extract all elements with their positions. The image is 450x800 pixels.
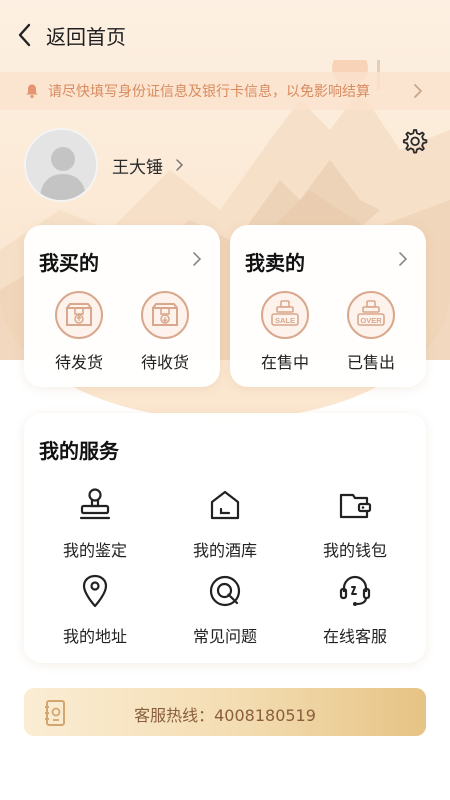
order-label: 在售中 [260,353,309,372]
sale-stamp-icon: SALE [261,291,309,339]
services-title: 我的服务 [39,439,119,463]
hotline-text: 客服热线：4008180519 [24,702,426,726]
chevron-right-icon[interactable] [398,251,408,267]
headset-icon [339,575,371,606]
service-label: 常见问题 [192,627,257,646]
service-label: 在线客服 [322,627,387,646]
service-faq[interactable]: 常见问题 [170,573,280,647]
back-button[interactable]: 返回首页 [14,20,126,50]
order-label: 待发货 [54,353,103,372]
username: 王大锤 [112,157,163,178]
chevron-right-icon [176,159,184,171]
wallet-icon [339,493,372,519]
sell-orders-card: 我卖的 SALE 在售中 OVER 已售出 [230,225,426,387]
chevron-right-icon[interactable] [192,251,202,267]
service-appraisal[interactable]: 我的鉴定 [40,487,150,561]
service-online-support[interactable]: 在线客服 [300,573,410,647]
box-download-icon [141,291,189,339]
location-pin-icon [82,574,108,608]
over-badge-text: OVER [360,316,382,325]
profile-entry[interactable]: 王大锤 [24,128,185,202]
service-wallet[interactable]: 我的钱包 [300,487,410,561]
services-card: 我的服务 我的鉴定 我的酒库 我的钱包 我的地址 常见问题 在线客服 [24,413,426,663]
service-address[interactable]: 我的地址 [40,573,150,647]
bell-icon [26,84,38,99]
gear-icon[interactable] [400,127,428,155]
service-label: 我的钱包 [322,541,387,560]
avatar [24,128,98,202]
box-upload-icon [55,291,103,339]
order-label: 已售出 [346,353,395,372]
service-label: 我的鉴定 [62,541,127,560]
default-avatar-icon [26,130,96,200]
order-pending-ship[interactable]: 待发货 [39,291,119,373]
question-icon [209,575,241,607]
chevron-left-icon [18,23,31,47]
order-on-sale[interactable]: SALE 在售中 [245,291,325,373]
over-stamp-icon: OVER [347,291,395,339]
order-label: 待收货 [140,353,189,372]
service-label: 我的地址 [62,627,127,646]
service-wine-cellar[interactable]: 我的酒库 [170,487,280,561]
hotline-label: 客服热线： [134,706,215,725]
sell-card-title: 我卖的 [245,251,305,275]
chevron-right-icon [414,84,422,98]
service-label: 我的酒库 [192,541,257,560]
house-icon [210,490,240,520]
stamp-icon [79,488,111,520]
notice-text: 请尽快填写身份证信息及银行卡信息，以免影响结算 [48,84,370,100]
order-sold[interactable]: OVER 已售出 [331,291,411,373]
sale-badge-text: SALE [275,316,295,325]
notice-banner[interactable]: 请尽快填写身份证信息及银行卡信息，以免影响结算 [0,72,450,110]
order-pending-receive[interactable]: 待收货 [125,291,205,373]
hotline-banner[interactable]: 客服热线：4008180519 [24,688,426,736]
buy-card-title: 我买的 [39,251,99,275]
back-label: 返回首页 [46,24,126,49]
buy-orders-card: 我买的 待发货 待收货 [24,225,220,387]
hotline-number: 4008180519 [214,706,316,725]
